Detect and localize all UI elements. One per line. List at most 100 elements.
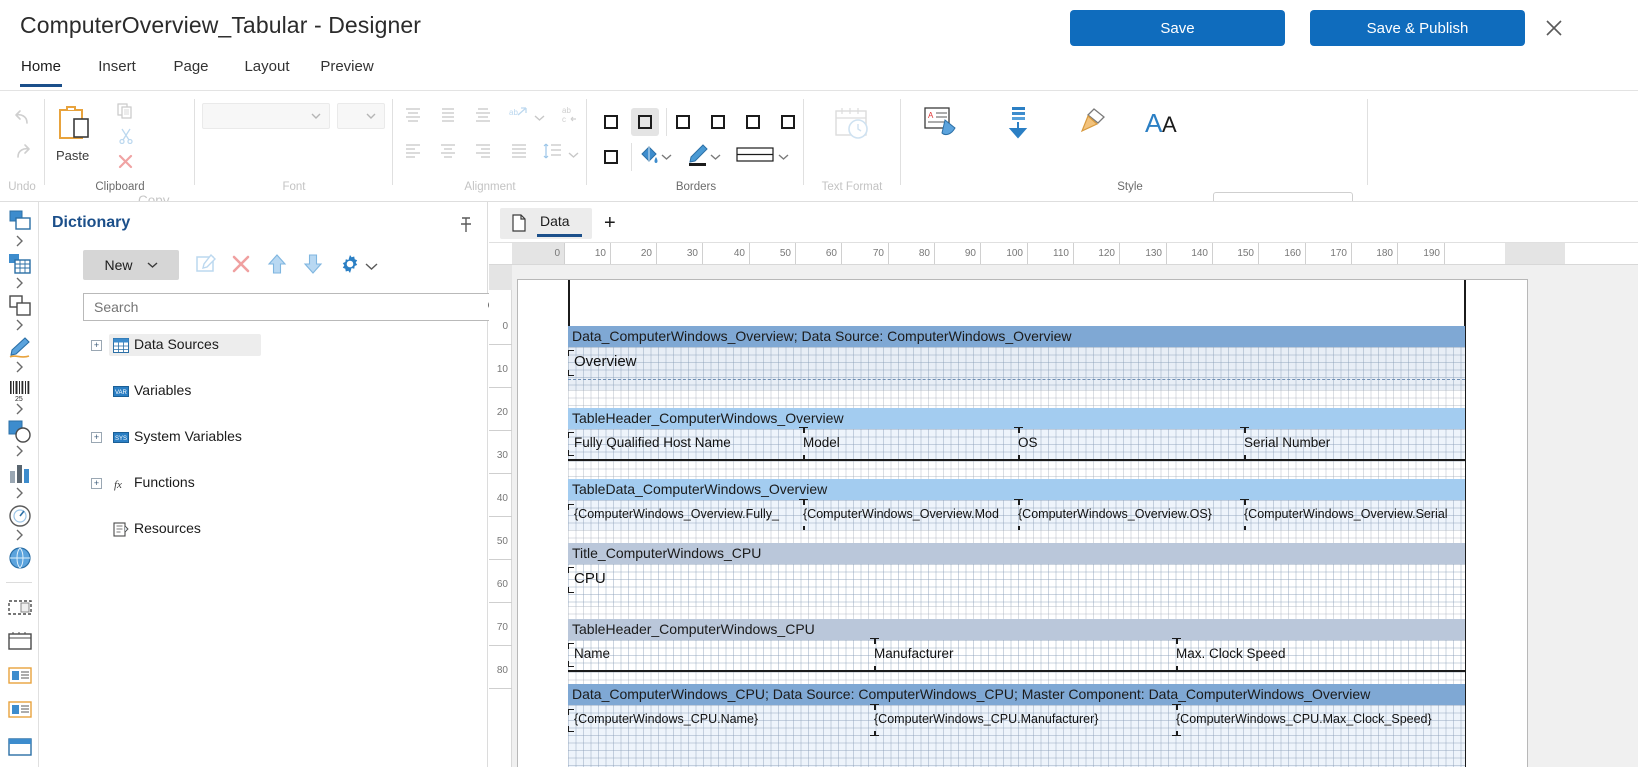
shapes-icon[interactable] xyxy=(7,419,33,445)
tab-page[interactable]: Page xyxy=(168,52,214,90)
border-all-icon[interactable] xyxy=(597,108,625,136)
band-header-label[interactable]: Title_ComputerWindows_CPU xyxy=(568,543,1465,564)
header-cell-serial-number[interactable]: Serial Number xyxy=(1244,435,1330,450)
chevron-down-icon[interactable] xyxy=(568,146,579,164)
save-button[interactable]: Save xyxy=(1070,10,1285,46)
align-center-icon[interactable] xyxy=(439,143,457,164)
band-header-label[interactable]: TableData_ComputerWindows_Overview xyxy=(568,479,1465,500)
gauge-expand-icon[interactable] xyxy=(12,528,26,542)
text-component[interactable]: Overview xyxy=(574,353,637,370)
map-globe-icon[interactable] xyxy=(7,545,33,571)
copy-style-icon[interactable] xyxy=(1072,107,1108,144)
report-tree-expand-icon[interactable] xyxy=(12,234,26,248)
tab-preview[interactable]: Preview xyxy=(316,52,378,90)
border-left-icon[interactable] xyxy=(669,108,697,136)
border-top-icon[interactable] xyxy=(704,108,732,136)
border-outline-icon[interactable] xyxy=(597,143,625,171)
tab-home[interactable]: Home xyxy=(16,52,66,90)
pen-expand-icon[interactable] xyxy=(12,360,26,374)
chevron-down-icon[interactable] xyxy=(778,148,789,166)
font-size-combo[interactable] xyxy=(337,103,385,129)
band-body[interactable]: {ComputerWindows_Overview.Fully_ {Comput… xyxy=(568,500,1465,530)
search-box[interactable] xyxy=(83,293,511,321)
tree-item-resources[interactable]: Resources xyxy=(83,518,483,541)
text-component-cpu-title[interactable]: CPU xyxy=(574,570,606,587)
band-icon[interactable] xyxy=(7,595,33,621)
paste-icon[interactable] xyxy=(54,105,98,150)
gear-icon[interactable] xyxy=(338,252,364,278)
expand-icon[interactable]: + xyxy=(91,478,102,489)
band-header-label[interactable]: TableHeader_ComputerWindows_Overview xyxy=(568,408,1465,429)
line-spacing-icon[interactable] xyxy=(543,142,563,165)
interaction-icon[interactable] xyxy=(1003,105,1033,146)
band-header-label[interactable]: Data_ComputerWindows_CPU; Data Source: C… xyxy=(568,684,1465,705)
chevron-down-icon[interactable] xyxy=(365,258,379,272)
tree-item-variables[interactable]: VAR Variables xyxy=(83,380,483,403)
border-none-icon[interactable] xyxy=(631,108,659,136)
chevron-down-icon[interactable] xyxy=(710,148,721,166)
redo-icon[interactable] xyxy=(10,139,36,170)
chevron-down-icon[interactable] xyxy=(534,109,545,127)
header-cell-cpu-max-clock-speed[interactable]: Max. Clock Speed xyxy=(1176,646,1286,661)
border-right-icon[interactable] xyxy=(739,108,767,136)
expand-icon[interactable]: + xyxy=(91,432,102,443)
data-cell-serial-number[interactable]: {ComputerWindows_Overview.Serial xyxy=(1244,507,1448,521)
barcode-icon[interactable]: 25 xyxy=(7,377,33,403)
tab-layout[interactable]: Layout xyxy=(240,52,294,90)
header-cell-host-name[interactable]: Fully Qualified Host Name xyxy=(574,435,731,450)
undo-icon[interactable] xyxy=(10,105,36,136)
sub-report-icon[interactable] xyxy=(7,697,33,723)
move-down-icon[interactable] xyxy=(301,252,327,278)
border-color-icon[interactable] xyxy=(687,143,709,172)
pen-icon[interactable] xyxy=(7,335,33,361)
expand-icon[interactable]: + xyxy=(91,340,102,351)
shapes-expand-icon[interactable] xyxy=(12,444,26,458)
word-wrap-icon[interactable]: abc xyxy=(560,105,580,129)
dictionary-icon[interactable] xyxy=(7,251,33,277)
delete-icon[interactable] xyxy=(229,252,255,278)
border-style-icon[interactable] xyxy=(736,146,774,168)
data-cell-cpu-manufacturer[interactable]: {ComputerWindows_CPU.Manufacturer} xyxy=(874,712,1098,726)
data-cell-os[interactable]: {ComputerWindows_Overview.OS} xyxy=(1018,507,1212,521)
data-cell-host-name[interactable]: {ComputerWindows_Overview.Fully_ xyxy=(574,507,779,521)
barcode-expand-icon[interactable] xyxy=(12,402,26,416)
save-and-publish-button[interactable]: Save & Publish xyxy=(1310,10,1525,46)
add-page-button[interactable]: + xyxy=(604,214,616,232)
tree-item-data-sources[interactable]: + Data Sources xyxy=(83,334,483,357)
header-cell-os[interactable]: OS xyxy=(1018,435,1038,450)
conditions-icon[interactable]: A xyxy=(923,106,959,145)
tree-item-system-variables[interactable]: + SYS System Variables xyxy=(83,426,483,449)
header-cell-cpu-manufacturer[interactable]: Manufacturer xyxy=(874,646,954,661)
header-cell-cpu-name[interactable]: Name xyxy=(574,646,610,661)
data-cell-cpu-max-clock-speed[interactable]: {ComputerWindows_CPU.Max_Clock_Speed} xyxy=(1176,712,1432,726)
text-format-icon[interactable] xyxy=(832,105,874,148)
edit-icon[interactable] xyxy=(194,252,220,278)
dictionary-expand-icon[interactable] xyxy=(12,276,26,290)
band-body[interactable]: Overview xyxy=(568,347,1465,390)
chart-icon[interactable] xyxy=(7,461,33,487)
align-middle-icon[interactable] xyxy=(439,107,457,128)
align-bottom-icon[interactable] xyxy=(474,107,492,128)
new-button[interactable]: New xyxy=(83,250,179,280)
move-up-icon[interactable] xyxy=(265,252,291,278)
search-input[interactable] xyxy=(92,294,482,320)
align-justify-icon[interactable] xyxy=(510,143,528,164)
chart-expand-icon[interactable] xyxy=(12,486,26,500)
align-top-icon[interactable] xyxy=(404,107,422,128)
text-direction-icon[interactable]: ab xyxy=(508,105,528,128)
report-page-sheet[interactable]: Data_ComputerWindows_Overview; Data Sour… xyxy=(517,279,1528,767)
gauge-icon[interactable] xyxy=(7,503,33,529)
style-designer-icon[interactable]: A A xyxy=(1145,109,1189,144)
chevron-down-icon[interactable] xyxy=(661,148,672,166)
header-cell-model[interactable]: Model xyxy=(803,435,840,450)
border-bottom-icon[interactable] xyxy=(774,108,802,136)
data-cell-cpu-name[interactable]: {ComputerWindows_CPU.Name} xyxy=(574,712,758,726)
cross-band-icon[interactable] xyxy=(7,629,33,655)
fill-color-icon[interactable] xyxy=(638,144,660,173)
band-body[interactable]: CPU xyxy=(568,564,1465,606)
page-tab-data[interactable]: Data xyxy=(500,208,592,239)
vertical-ruler[interactable]: 0 10 20 30 40 50 60 70 80 xyxy=(489,265,512,767)
data-cell-model[interactable]: {ComputerWindows_Overview.Mod xyxy=(803,507,999,521)
align-right-icon[interactable] xyxy=(474,143,492,164)
pin-icon[interactable] xyxy=(459,217,473,238)
